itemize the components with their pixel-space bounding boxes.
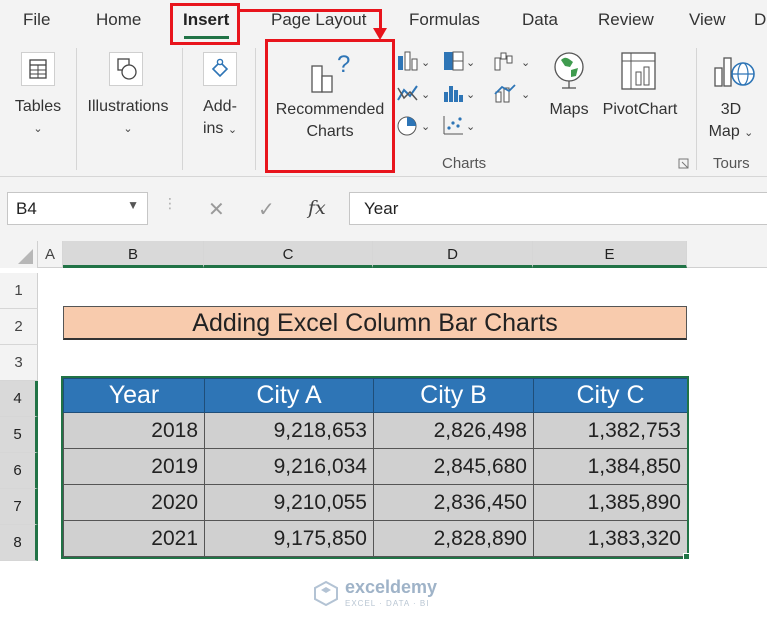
statistic-chart-button[interactable]: ⌄ [441, 82, 475, 111]
hierarchy-chart-button[interactable]: ⌄ [441, 50, 475, 79]
chevron-down-icon[interactable]: ▼ [127, 198, 139, 212]
cancel-icon[interactable]: ✕ [208, 197, 225, 222]
illustrations-button[interactable] [109, 52, 143, 86]
tab-file[interactable]: File [23, 10, 50, 30]
recommended-charts-highlight [265, 39, 395, 173]
addins-label: Add- ins ⌄ [202, 98, 238, 137]
charts-group-label: Charts [442, 155, 487, 172]
svg-text:⌄: ⌄ [521, 88, 530, 101]
arrow-line-horizontal [240, 9, 382, 12]
tab-review[interactable]: Review [598, 10, 654, 30]
line-chart-button[interactable]: ⌄ [396, 82, 430, 111]
pie-chart-icon: ⌄ [397, 116, 430, 136]
column-header-a[interactable]: A [38, 241, 63, 268]
arrow-head-icon [373, 28, 387, 40]
row-header-5[interactable]: 5 [0, 417, 38, 453]
pivotchart-button[interactable]: PivotChart [598, 99, 682, 121]
illustrations-label: Illustrations ⌄ [84, 96, 172, 140]
column-header-b[interactable]: B [63, 241, 204, 268]
column-header-d[interactable]: D [373, 241, 533, 268]
sheet-title[interactable]: Adding Excel Column Bar Charts [63, 306, 687, 340]
dialog-launcher-icon[interactable] [678, 157, 690, 175]
insert-function-icon[interactable]: fx [308, 197, 326, 219]
exceldemy-logo-icon [313, 580, 339, 607]
row-header-3[interactable]: 3 [0, 345, 38, 381]
tab-page-layout[interactable]: Page Layout [271, 10, 366, 30]
formula-input[interactable]: Year [349, 192, 767, 225]
waterfall-icon: ⌄ [494, 52, 530, 71]
tours-group-label: Tours [713, 155, 750, 172]
pivotchart-icon [619, 50, 659, 99]
puzzle-icon [211, 58, 229, 78]
svg-text:⌄: ⌄ [421, 88, 430, 101]
arrow-line-vertical [379, 9, 382, 29]
column-header-e[interactable]: E [533, 241, 687, 268]
row-header-2[interactable]: 2 [0, 309, 38, 345]
3d-map-button[interactable]: 3D Map ⌄ [700, 99, 762, 144]
row-header-6[interactable]: 6 [0, 453, 38, 489]
chevron-down-icon: ⌄ [123, 123, 133, 135]
chevron-down-icon: ⌄ [33, 123, 43, 135]
svg-text:⌄: ⌄ [421, 120, 430, 133]
enter-icon[interactable]: ✓ [258, 197, 275, 222]
3d-map-icon [711, 50, 757, 97]
select-all-triangle-icon [18, 249, 33, 264]
watermark-text: exceldemy [345, 577, 438, 597]
row-header-8[interactable]: 8 [0, 525, 38, 561]
tables-button[interactable] [21, 52, 55, 86]
svg-text:⌄: ⌄ [521, 56, 530, 69]
chevron-down-icon: ⌄ [744, 127, 754, 139]
chevron-down-icon: ⌄ [227, 124, 238, 136]
tab-data[interactable]: Data [522, 10, 558, 30]
svg-text:⌄: ⌄ [466, 120, 475, 133]
row-header-7[interactable]: 7 [0, 489, 38, 525]
tab-view[interactable]: View [689, 10, 726, 30]
name-box[interactable]: B4 ▼ [7, 192, 148, 225]
column-chart-icon: ⌄ [398, 51, 430, 71]
waterfall-chart-button[interactable]: ⌄ [493, 50, 533, 79]
tab-formulas[interactable]: Formulas [409, 10, 480, 30]
tab-home[interactable]: Home [96, 10, 141, 30]
drag-handle-icon[interactable]: ⋮ [163, 196, 177, 210]
row-header-4[interactable]: 4 [0, 381, 38, 417]
pie-chart-button[interactable]: ⌄ [396, 114, 430, 143]
treemap-icon: ⌄ [444, 51, 475, 71]
shapes-icon [117, 58, 137, 80]
combo-chart-button[interactable]: ⌄ [493, 82, 533, 111]
fill-handle[interactable] [683, 553, 690, 560]
tab-more[interactable]: D [754, 10, 766, 30]
combo-chart-icon: ⌄ [494, 84, 530, 103]
table-icon [29, 59, 47, 79]
line-chart-icon: ⌄ [397, 85, 430, 101]
svg-text:⌄: ⌄ [421, 56, 430, 69]
column-header-c[interactable]: C [204, 241, 373, 268]
tables-label: Tables ⌄ [12, 96, 64, 140]
svg-text:⌄: ⌄ [466, 56, 475, 69]
histogram-icon: ⌄ [444, 86, 475, 102]
insert-tab-highlight [170, 3, 240, 45]
row-header-1[interactable]: 1 [0, 273, 38, 309]
maps-button[interactable]: Maps [543, 99, 595, 121]
selection-border [61, 376, 689, 559]
watermark-tagline: EXCEL · DATA · BI [345, 599, 430, 608]
scatter-chart-button[interactable]: ⌄ [441, 114, 475, 143]
svg-text:⌄: ⌄ [466, 88, 475, 101]
scatter-chart-icon: ⌄ [443, 116, 475, 135]
column-chart-button[interactable]: ⌄ [396, 50, 430, 79]
addins-button[interactable] [203, 52, 237, 86]
maps-icon [551, 50, 587, 97]
